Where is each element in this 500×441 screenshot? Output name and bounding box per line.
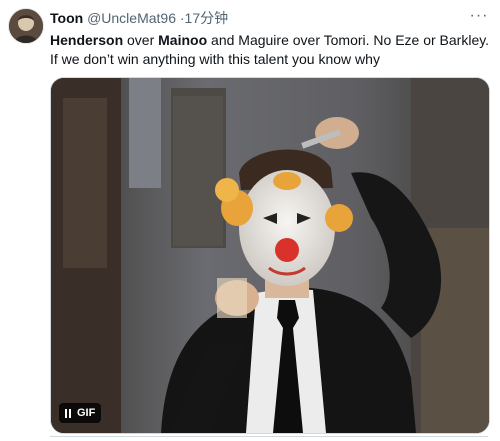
author-name[interactable]: Toon [50,10,83,26]
more-options-icon[interactable]: ··· [468,6,490,26]
gif-frame [51,78,489,433]
player-name-mainoo: Mainoo [158,32,208,48]
tweet-header: Toon @UncleMat96 ·17分钟 [50,9,228,27]
tweet-text-part: over [123,32,159,48]
gif-label: GIF [77,407,96,419]
timestamp[interactable]: 17分钟 [185,10,229,26]
gif-badge[interactable]: GIF [59,403,102,423]
player-name-henderson: Henderson [50,32,124,48]
tweet-text: Henderson over Mainoo and Maguire over T… [50,31,490,69]
gif-media[interactable]: GIF [50,77,490,434]
tweet[interactable]: Toon @UncleMat96 ·17分钟 ··· Henderson ove… [0,0,500,440]
author-handle[interactable]: @UncleMat96 [87,10,176,26]
next-card-edge [50,436,488,441]
avatar[interactable] [8,8,44,44]
pause-icon[interactable] [65,408,71,418]
